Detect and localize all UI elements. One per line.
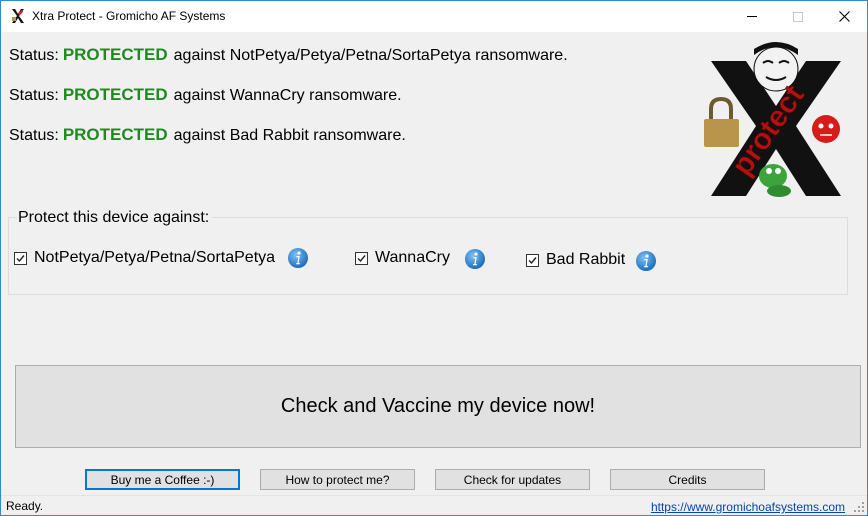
minimize-button[interactable] <box>729 1 775 32</box>
info-icon[interactable] <box>464 248 486 270</box>
status-text: against WannaCry ransomware. <box>173 87 402 104</box>
status-protected: PROTECTED <box>62 85 168 104</box>
app-window: Xtra Protect - Gromicho AF Systems Statu… <box>0 0 868 516</box>
status-text: Ready. <box>6 499 44 513</box>
check-and-vaccine-button[interactable]: Check and Vaccine my device now! <box>15 365 861 448</box>
xtra-protect-logo: protect <box>704 42 841 197</box>
title-bar[interactable]: Xtra Protect - Gromicho AF Systems <box>1 1 867 32</box>
check-updates-button[interactable]: Check for updates <box>435 469 590 490</box>
status-text: against Bad Rabbit ransomware. <box>173 127 406 144</box>
close-icon <box>838 11 850 22</box>
maximize-icon <box>793 11 803 22</box>
website-link[interactable]: https://www.gromichoafsystems.com <box>651 500 845 514</box>
checkbox-notpetya[interactable]: NotPetya/Petya/Petna/SortaPetya <box>14 249 275 267</box>
checkbox-badrabbit[interactable]: Bad Rabbit <box>526 251 625 269</box>
window-title: Xtra Protect - Gromicho AF Systems <box>32 9 226 23</box>
info-icon[interactable] <box>287 247 309 269</box>
how-to-protect-button[interactable]: How to protect me? <box>260 469 415 490</box>
checkmark-icon <box>357 254 366 262</box>
checkbox-label: NotPetya/Petya/Petna/SortaPetya <box>34 249 276 266</box>
status-label: Status: <box>9 47 59 64</box>
status-protected: PROTECTED <box>62 125 168 144</box>
checkbox-wannacry[interactable]: WannaCry <box>355 249 450 267</box>
checkmark-icon <box>16 254 25 262</box>
status-protected: PROTECTED <box>62 45 168 64</box>
status-line-wannacry: Status: PROTECTED against WannaCry ransomw… <box>9 85 402 105</box>
credits-button[interactable]: Credits <box>610 469 765 490</box>
minimize-icon <box>747 16 757 17</box>
app-icon <box>12 9 24 23</box>
checkmark-icon <box>528 256 537 264</box>
checkbox-label: Bad Rabbit <box>546 251 626 268</box>
status-line-notpetya: Status: PROTECTED against NotPetya/Petya/P… <box>9 45 568 65</box>
protect-group-legend: Protect this device against: <box>17 209 213 227</box>
close-button[interactable] <box>821 1 867 32</box>
status-bar: Ready. https://www.gromichoafsystems.com <box>1 495 867 515</box>
status-line-badrabbit: Status: PROTECTED against Bad Rabbit ranso… <box>9 125 406 145</box>
info-icon[interactable] <box>635 250 657 272</box>
checkbox-box[interactable] <box>14 251 27 265</box>
resize-grip-icon[interactable] <box>853 501 865 513</box>
buy-coffee-button[interactable]: Buy me a Coffee :-) <box>85 469 240 490</box>
checkbox-box[interactable] <box>526 253 539 267</box>
status-label: Status: <box>9 87 59 104</box>
status-label: Status: <box>9 127 59 144</box>
maximize-button[interactable] <box>775 1 821 32</box>
checkbox-label: WannaCry <box>375 249 450 266</box>
status-text: against NotPetya/Petya/Petna/SortaPetya … <box>173 47 568 64</box>
checkbox-box[interactable] <box>355 251 368 265</box>
